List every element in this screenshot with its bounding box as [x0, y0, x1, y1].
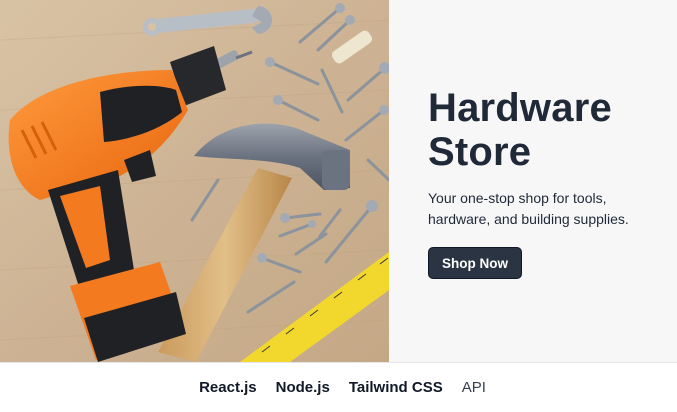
tech-footer: React.js Node.js Tailwind CSS API: [0, 362, 677, 412]
footer-item-react: React.js: [199, 379, 257, 396]
hero-image: [0, 0, 389, 362]
hero-subtitle: Your one-stop shop for tools, hardware, …: [428, 190, 629, 227]
hero-copy: Hardware Store Your one-stop shop for to…: [389, 0, 677, 362]
shop-now-button[interactable]: Shop Now: [428, 247, 522, 279]
page: Hardware Store Your one-stop shop for to…: [0, 0, 677, 412]
hero-section: Hardware Store Your one-stop shop for to…: [0, 0, 677, 362]
tools-photo-icon: [0, 0, 389, 362]
footer-item-api: API: [461, 379, 486, 396]
footer-item-tailwind: Tailwind CSS: [348, 379, 443, 396]
footer-item-node: Node.js: [275, 379, 330, 396]
hero-title: Hardware Store: [428, 86, 612, 174]
